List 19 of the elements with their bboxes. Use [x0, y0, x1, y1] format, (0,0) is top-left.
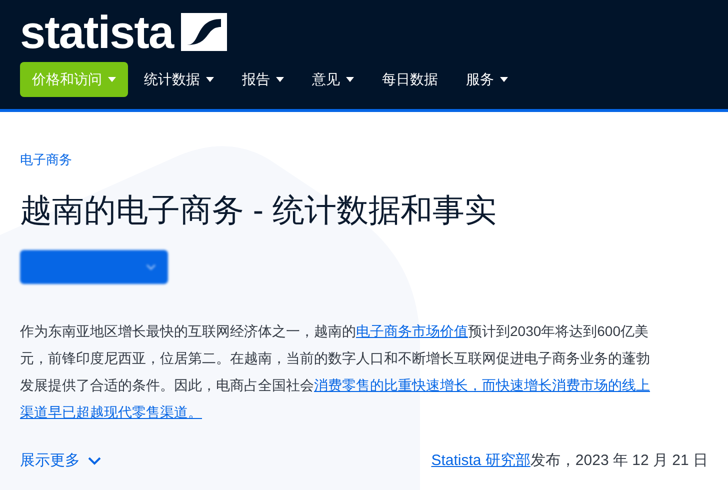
nav-tab[interactable]: 统计数据 — [132, 62, 226, 97]
author-link[interactable]: Statista 研究部 — [431, 452, 530, 468]
chevron-icon — [146, 264, 156, 270]
logo-text[interactable]: statista — [20, 9, 174, 55]
text-link[interactable]: 电子商务市场价值 — [356, 322, 468, 338]
nav-tab[interactable]: 意见 — [300, 62, 366, 97]
text-link[interactable]: 渠道早已超越现代零售渠道。 — [20, 404, 202, 420]
published-note: Statista 研究部发布，2023 年 12 月 21 日 — [431, 450, 708, 470]
chevron-icon — [88, 456, 101, 465]
nav-tab[interactable]: 报告 — [230, 62, 296, 97]
dropdown-button[interactable] — [20, 250, 168, 284]
breadcrumb-link[interactable]: 电子商务 — [20, 150, 708, 170]
intro-paragraph: 作为东南亚地区增长最快的互联网经济体之一，越南的电子商务市场价值预计到2030年将达到600亿美 元，前锋印度尼西亚，位居第二。在越南，当前的数字人口和不断增长互联网促进电子商务业务的蓬勃 发展提供了合适的条件。因此，电商占全国社会消费零售的比重快速增长，而快速增长消费市场的线上 渠道早已超越现代零售渠道。 — [20, 322, 651, 422]
text-link[interactable]: 消费零售的比重快速增长，而快速增长消费市场的线上 — [314, 376, 650, 392]
nav-tab[interactable]: 每日数据 — [370, 62, 450, 97]
logo-icon — [181, 13, 228, 51]
nav-tab[interactable]: 服务 — [454, 62, 520, 97]
show-more-button[interactable]: 展示更多 — [20, 450, 101, 472]
page-title: 越南的电子商务 - 统计数据和事实 — [20, 190, 498, 230]
